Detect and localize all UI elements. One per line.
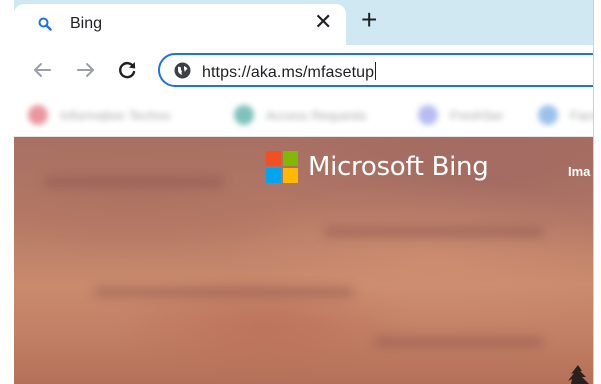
bookmark-label: Face bbox=[570, 107, 593, 123]
close-tab-button[interactable]: ✕ bbox=[314, 11, 332, 33]
text-caret bbox=[375, 62, 377, 80]
address-bar[interactable]: https://aka.ms/mfasetup bbox=[158, 53, 593, 87]
cloud-streak bbox=[374, 337, 544, 347]
brand-name: Microsoft Bing bbox=[308, 152, 489, 182]
bookmark-item[interactable]: Information Techno bbox=[28, 103, 170, 127]
bing-logo-link[interactable]: Microsoft Bing bbox=[266, 151, 489, 183]
cloud-streak bbox=[324, 227, 544, 237]
bookmark-favicon bbox=[28, 105, 48, 125]
arrow-right-icon bbox=[77, 63, 94, 77]
bookmarks-bar: Information Techno Access Requests Fresh… bbox=[14, 93, 593, 137]
logo-square-yellow bbox=[283, 168, 298, 183]
forward-button[interactable] bbox=[74, 58, 98, 82]
bookmark-label: FreshSer bbox=[450, 107, 504, 123]
reload-button[interactable] bbox=[115, 58, 139, 82]
bookmark-label: Access Requests bbox=[266, 107, 367, 123]
search-icon bbox=[38, 17, 52, 31]
bing-homepage-background: Microsoft Bing Ima bbox=[14, 137, 593, 384]
back-button[interactable] bbox=[30, 58, 54, 82]
browser-toolbar: https://aka.ms/mfasetup bbox=[14, 45, 593, 93]
bookmark-item[interactable]: Face bbox=[538, 103, 593, 127]
bookmark-item[interactable]: FreshSer bbox=[418, 103, 503, 127]
globe-icon[interactable] bbox=[174, 62, 191, 79]
bookmark-favicon bbox=[234, 105, 254, 125]
bookmark-favicon bbox=[538, 105, 558, 125]
arrow-left-icon bbox=[34, 63, 51, 77]
tree-silhouette bbox=[568, 365, 589, 384]
logo-square-green bbox=[283, 151, 298, 166]
logo-square-red bbox=[266, 151, 281, 166]
new-tab-button[interactable]: + bbox=[361, 6, 377, 34]
microsoft-logo-icon bbox=[266, 151, 298, 183]
tab-strip: Bing ✕ + bbox=[14, 0, 593, 45]
cloud-streak bbox=[44, 177, 224, 187]
tab-title: Bing bbox=[70, 15, 103, 32]
url-value: https://aka.ms/mfasetup bbox=[202, 64, 375, 81]
reload-icon bbox=[119, 62, 136, 79]
bookmark-item[interactable]: Access Requests bbox=[234, 103, 366, 127]
browser-window: Bing ✕ + https://aka.ms/mfasetup Informa… bbox=[14, 0, 594, 384]
logo-square-blue bbox=[266, 168, 281, 183]
nav-images-link[interactable]: Ima bbox=[568, 164, 590, 179]
bookmark-label: Information Techno bbox=[60, 107, 171, 123]
bookmark-favicon bbox=[418, 105, 438, 125]
tab-bing[interactable]: Bing ✕ bbox=[14, 4, 346, 45]
url-text[interactable]: https://aka.ms/mfasetup bbox=[202, 62, 377, 82]
cloud-streak bbox=[94, 287, 354, 297]
